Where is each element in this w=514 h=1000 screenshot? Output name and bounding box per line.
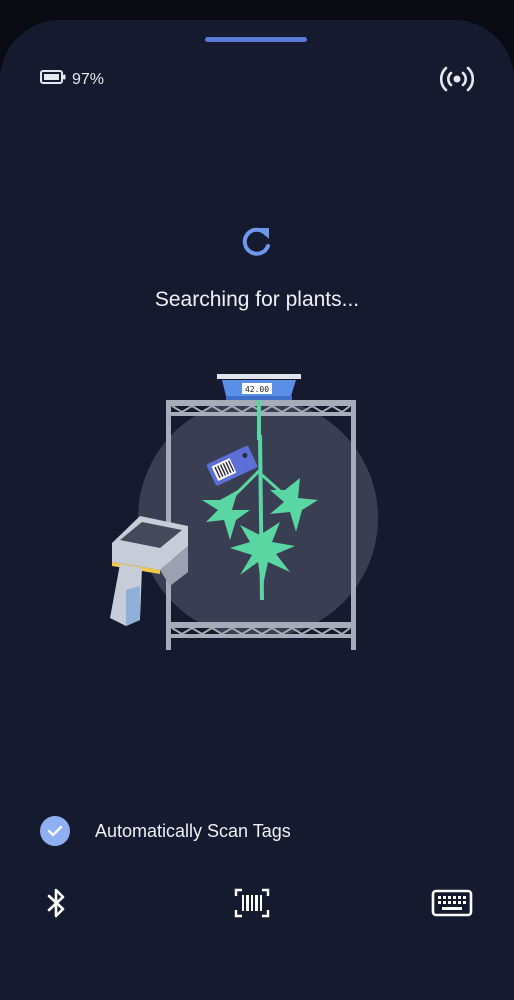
auto-scan-toggle[interactable]: Automatically Scan Tags	[40, 816, 291, 846]
broadcast-icon[interactable]	[439, 64, 475, 99]
bluetooth-button[interactable]	[40, 888, 74, 922]
scale-display: 42.00	[245, 385, 269, 394]
check-circle-icon[interactable]	[40, 816, 70, 846]
barcode-scan-button[interactable]	[232, 888, 272, 922]
plant-scanning-illustration: 42.00	[90, 350, 390, 655]
app-sheet: 97% Searching for plants... 42.00 Automa…	[0, 20, 514, 1000]
refresh-icon[interactable]	[236, 222, 276, 267]
sheet-grabber-handle[interactable]	[205, 37, 307, 42]
keyboard-icon	[431, 889, 473, 922]
auto-scan-label: Automatically Scan Tags	[95, 820, 291, 841]
battery-icon	[40, 70, 66, 89]
searching-status-text: Searching for plants...	[154, 288, 360, 311]
barcode-icon	[234, 888, 270, 923]
bluetooth-icon	[46, 887, 68, 924]
keyboard-input-button[interactable]	[430, 888, 474, 922]
battery-status: 97%	[40, 70, 104, 89]
battery-percent: 97%	[72, 70, 105, 88]
